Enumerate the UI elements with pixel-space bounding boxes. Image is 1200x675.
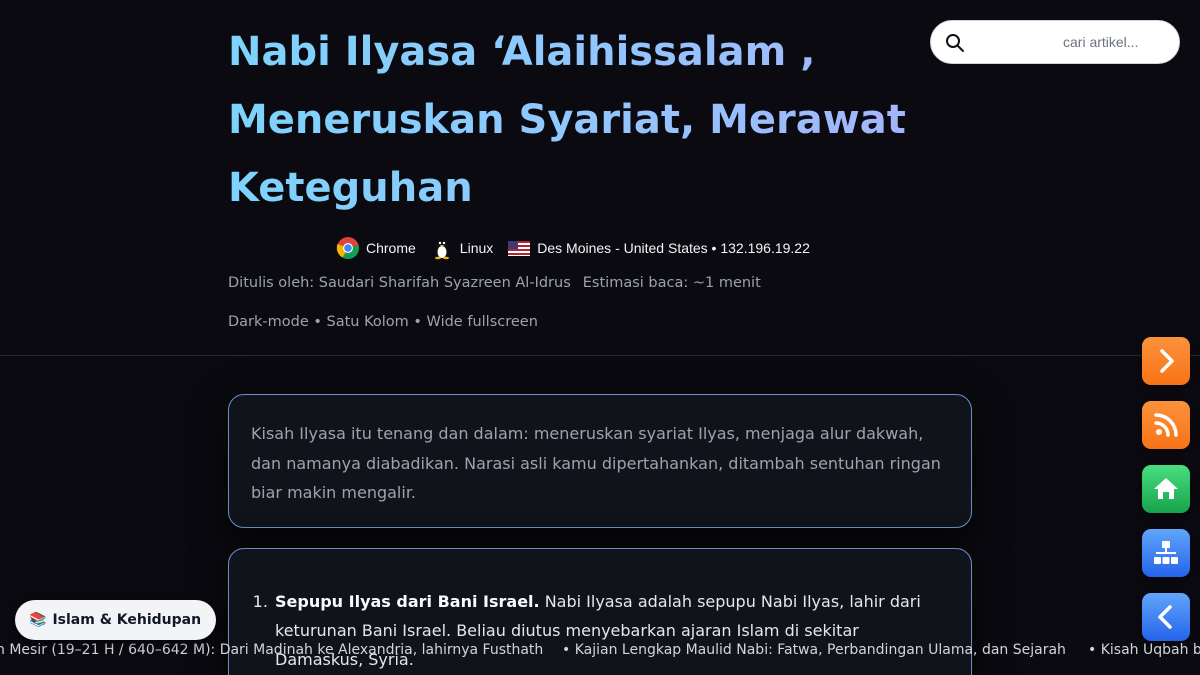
chevron-left-icon bbox=[1158, 605, 1172, 629]
view-modes: Dark-mode • Satu Kolom • Wide fullscreen bbox=[228, 314, 538, 330]
ticker-item[interactable]: • Kajian Lengkap Maulid Nabi: Fatwa, Per… bbox=[562, 642, 1066, 658]
chevron-right-icon bbox=[1160, 349, 1174, 373]
title-line-3: Keteguhan bbox=[228, 165, 473, 211]
page-title: Nabi Ilyasa ‘Alaihissalam , Meneruskan S… bbox=[228, 18, 928, 222]
category-chip[interactable]: 📚 Islam & Kehidupan bbox=[15, 600, 216, 640]
intro-text: Kisah Ilyasa itu tenang dan dalam: mener… bbox=[251, 424, 941, 502]
chrome-icon bbox=[336, 237, 359, 259]
article-meta: Ditulis oleh: Saudari Sharifah Syazreen … bbox=[228, 275, 761, 291]
ticker-item[interactable]: n Mesir (19–21 H / 640–642 M): Dari Madi… bbox=[0, 642, 543, 658]
sitemap-icon bbox=[1154, 541, 1178, 564]
us-flag-icon bbox=[508, 241, 531, 256]
previous-article-button[interactable] bbox=[1142, 593, 1190, 641]
rss-icon bbox=[1154, 413, 1178, 437]
os-label: Linux bbox=[459, 240, 494, 256]
search-icon bbox=[946, 34, 964, 52]
news-ticker: n Mesir (19–21 H / 640–642 M): Dari Madi… bbox=[0, 642, 1200, 662]
read-estimate: Estimasi baca: ~1 menit bbox=[582, 275, 761, 291]
rss-button[interactable] bbox=[1142, 401, 1190, 449]
home-icon bbox=[1154, 478, 1178, 499]
books-icon: 📚 bbox=[29, 612, 47, 628]
title-line-1: Nabi Ilyasa ‘Alaihissalam , bbox=[228, 29, 816, 75]
article-header: Nabi Ilyasa ‘Alaihissalam , Meneruskan S… bbox=[0, 0, 1200, 356]
ticker-item[interactable]: • Kisah Uqbah b bbox=[1088, 642, 1200, 658]
next-article-button[interactable] bbox=[1142, 337, 1190, 385]
location-label: Des Moines - United States • 132.196.19.… bbox=[537, 240, 810, 256]
title-line-2: Meneruskan Syariat, Merawat bbox=[228, 97, 906, 143]
browser-label: Chrome bbox=[366, 240, 416, 256]
list-item-heading: Sepupu Ilyas dari Bani Israel. bbox=[275, 592, 540, 611]
linux-icon bbox=[434, 241, 449, 260]
author: Ditulis oleh: Saudari Sharifah Syazreen … bbox=[228, 275, 571, 291]
category-label: Islam & Kehidupan bbox=[52, 612, 202, 628]
search-box[interactable]: cari artikel... bbox=[930, 20, 1180, 64]
sitemap-button[interactable] bbox=[1142, 529, 1190, 577]
intro-card: Kisah Ilyasa itu tenang dan dalam: mener… bbox=[228, 394, 972, 528]
home-button[interactable] bbox=[1142, 465, 1190, 513]
visitor-info: Chrome Linux Des Moines - United States … bbox=[336, 236, 810, 260]
search-input[interactable]: cari artikel... bbox=[1063, 34, 1138, 50]
